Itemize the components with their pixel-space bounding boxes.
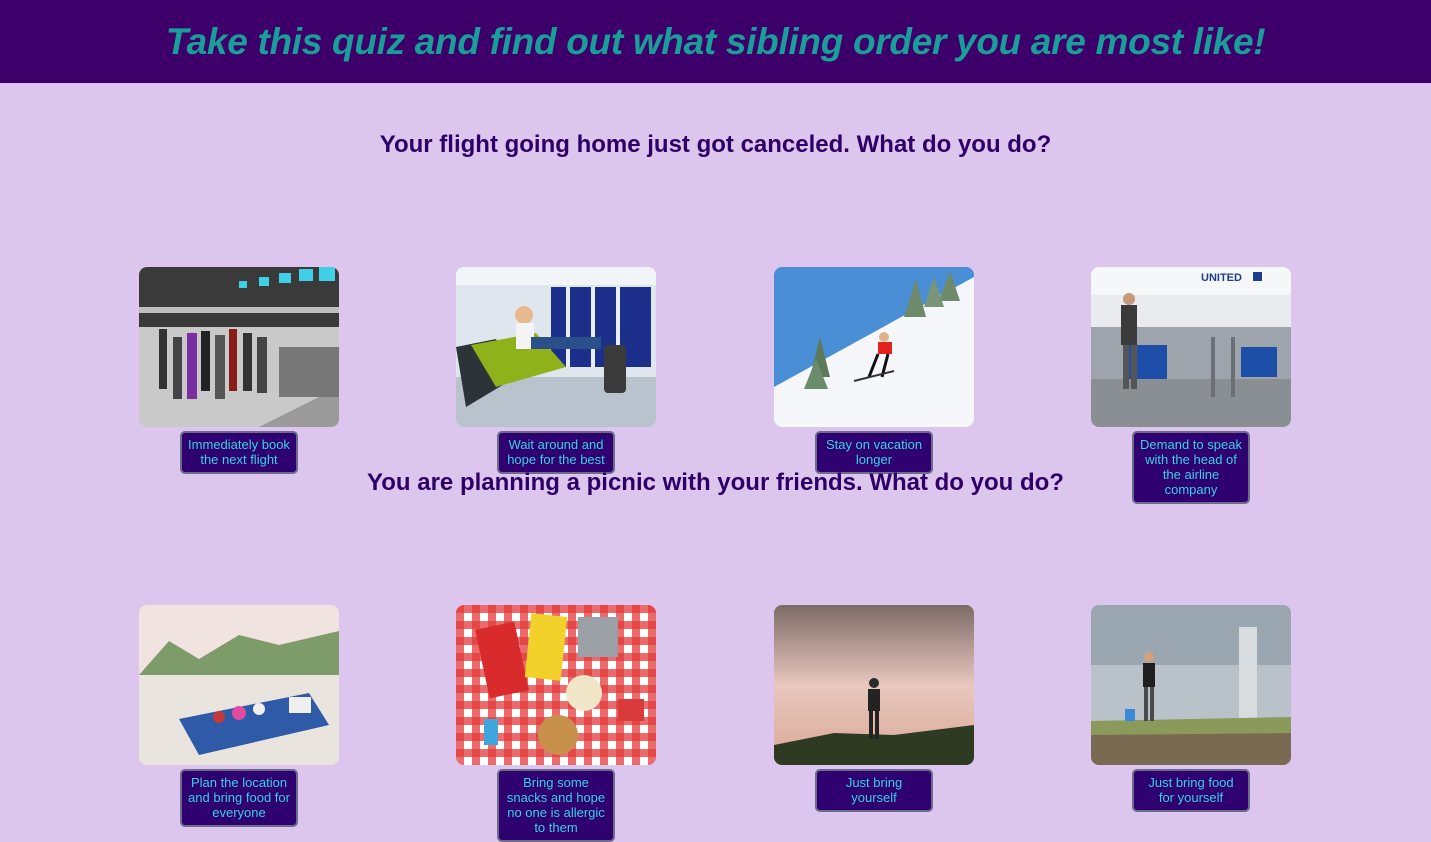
beach-picnic-image[interactable] [139, 605, 339, 765]
question-2-text: You are planning a picnic with your frie… [367, 469, 1064, 496]
airport-check-in-image[interactable] [139, 267, 339, 427]
answer-button[interactable]: Just bring yourself [815, 769, 933, 812]
q1-option-1: Immediately book the next flight [139, 267, 339, 474]
q2-option-2: Bring some snacks and hope no one is all… [456, 605, 656, 842]
terminal-waiting-image[interactable] [456, 267, 656, 427]
page-header: Take this quiz and find out what sibling… [0, 0, 1431, 83]
hill-walker-image[interactable] [774, 605, 974, 765]
skiing-image[interactable] [774, 267, 974, 427]
snacks-image[interactable] [456, 605, 656, 765]
q2-option-3: Just bring yourself [774, 605, 974, 812]
q2-option-1: Plan the location and bring food for eve… [139, 605, 339, 827]
page-title: Take this quiz and find out what sibling… [165, 20, 1266, 62]
q1-option-2: Wait around and hope for the best [456, 267, 656, 474]
answer-button[interactable]: Wait around and hope for the best [497, 431, 615, 474]
q1-option-3: Stay on vacation longer [774, 267, 974, 474]
answer-button[interactable]: Immediately book the next flight [180, 431, 298, 474]
answer-button[interactable]: Plan the location and bring food for eve… [180, 769, 298, 827]
question-1-text: Your flight going home just got canceled… [379, 131, 1052, 158]
airline-counter-image[interactable]: UNITED [1091, 267, 1291, 427]
answer-button[interactable]: Just bring food for yourself [1132, 769, 1250, 812]
united-logo-text: UNITED [1201, 272, 1242, 284]
beach-walker-image[interactable] [1091, 605, 1291, 765]
answer-button[interactable]: Stay on vacation longer [815, 431, 933, 474]
q2-option-4: Just bring food for yourself [1091, 605, 1291, 812]
answer-button[interactable]: Bring some snacks and hope no one is all… [497, 769, 615, 842]
